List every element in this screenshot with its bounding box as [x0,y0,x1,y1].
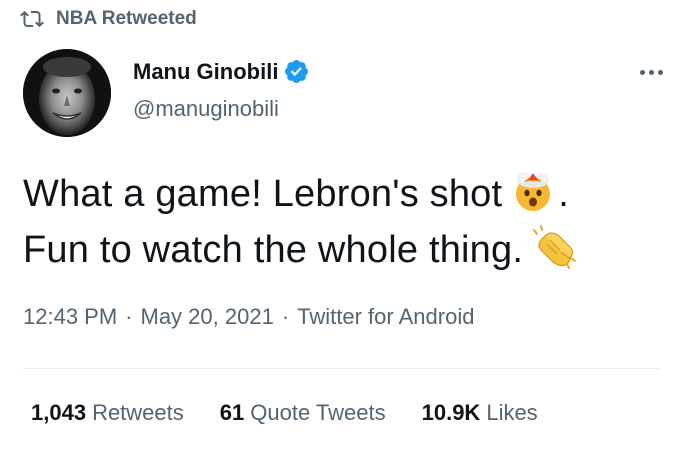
divider [23,368,660,369]
more-dot [639,69,645,75]
author-name-text: Manu Ginobili [133,58,279,84]
avatar[interactable] [23,49,111,137]
quote-tweets-stat[interactable]: 61 Quote Tweets [220,400,386,426]
retweets-count: 1,043 [31,400,87,425]
tweet-date[interactable]: May 20, 2021 [141,304,274,330]
author-name[interactable]: Manu Ginobili [133,58,310,85]
retweets-label: Retweets [92,400,184,425]
exploding-head-emoji [510,168,556,214]
clapping-hands-emoji [531,224,577,270]
tweet-stats: 1,043 Retweets 61 Quote Tweets 10.9K Likes [31,400,574,426]
tweet-meta: 12:43 PM · May 20, 2021 · Twitter for An… [23,304,474,330]
likes-stat[interactable]: 10.9K Likes [422,400,538,426]
tweet-text: What a game! Lebron's shot . Fun to watc… [23,166,663,278]
tweet-line-1-end: . [558,173,570,215]
meta-separator: · [125,304,133,329]
tweet-line-1-text: What a game! Lebron's shot [23,173,503,215]
quote-tweets-count: 61 [219,400,245,425]
more-options-button[interactable] [634,58,668,86]
likes-count: 10.9K [421,400,481,425]
retweet-context-label: NBA Retweeted [56,8,197,29]
likes-label: Likes [486,400,538,425]
more-dot [657,69,663,75]
meta-separator: · [281,304,290,329]
tweet-time[interactable]: 12:43 PM [23,304,117,330]
author-handle[interactable]: @manuginobili [133,96,279,122]
verified-badge-icon [283,58,310,85]
tweet-line-1: What a game! Lebron's shot . [23,166,663,222]
more-dot [648,69,654,75]
tweet-line-2: Fun to watch the whole thing. [23,222,663,278]
profile-photo [23,49,111,137]
retweets-stat[interactable]: 1,043 Retweets [31,400,184,426]
retweet-icon [20,7,44,31]
tweet-line-2-text: Fun to watch the whole thing. [23,229,524,271]
tweet-source-link[interactable]: Twitter for Android [297,304,474,330]
retweet-context[interactable]: NBA Retweeted [20,6,197,32]
quote-tweets-label: Quote Tweets [250,400,386,425]
